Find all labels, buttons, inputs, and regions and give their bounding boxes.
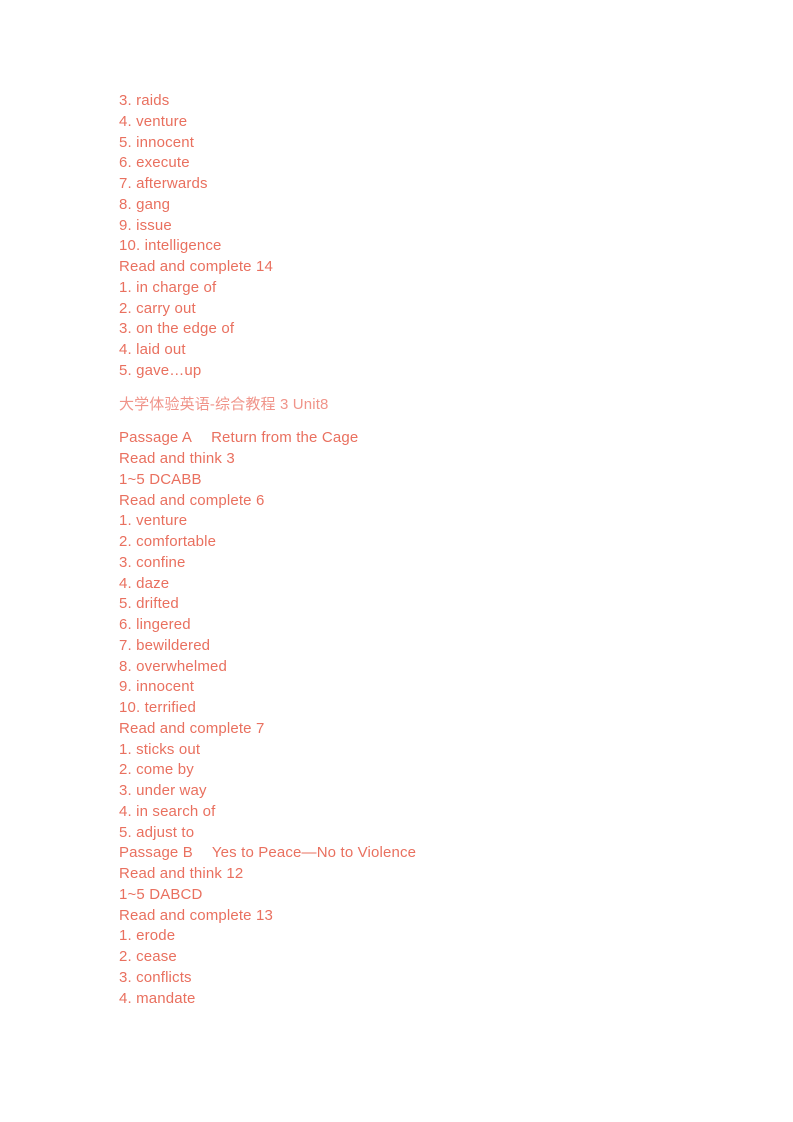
answer-line: 9. issue bbox=[119, 216, 172, 234]
answer-line: 4. venture bbox=[119, 112, 188, 130]
answer-line: 3. raids bbox=[119, 92, 170, 109]
answer-line: 2. cease bbox=[119, 948, 177, 965]
passage-a-title: Passage A Return from the Cage bbox=[119, 428, 734, 449]
answer-line: 10. intelligence bbox=[119, 237, 222, 255]
answer-line: 3. conflicts bbox=[119, 968, 192, 986]
answer-line: 9. innocent bbox=[119, 678, 195, 696]
answer-line: Read and complete 14 bbox=[119, 258, 273, 275]
passage-title-text: Return from the Cage bbox=[211, 429, 359, 447]
answer-line: 3. under way bbox=[119, 782, 207, 799]
answer-line: 1. sticks out bbox=[119, 740, 201, 758]
answer-line: 1. erode bbox=[119, 927, 176, 945]
answer-line: 8. overwhelmed bbox=[119, 657, 227, 675]
answer-line: 2. come by bbox=[119, 761, 194, 779]
answer-line: Read and complete 13 bbox=[119, 906, 273, 924]
answer-line: 4. laid out bbox=[119, 341, 186, 358]
answer-line: 6. execute bbox=[119, 154, 190, 172]
answer-line: 5. drifted bbox=[119, 595, 179, 613]
unit8-title: 大学体验英语-综合教程 3 Unit8 bbox=[119, 395, 329, 413]
answer-line: 7. bewildered bbox=[119, 636, 211, 654]
answer-line: 8. gang bbox=[119, 195, 171, 213]
answer-line: 4. in search of bbox=[119, 802, 216, 820]
passage-label: Passage A bbox=[119, 429, 193, 447]
answer-line: Read and complete 7 bbox=[119, 719, 265, 737]
answer-line: Read and think 12 bbox=[119, 865, 244, 882]
document-body: 3. raids 4. venture 5. innocent 6. execute 7… bbox=[119, 91, 734, 1009]
answer-line: 4. daze bbox=[119, 574, 170, 592]
passage-title-text: Yes to Peace—No to Violence bbox=[211, 844, 417, 862]
answer-line: 5. innocent bbox=[119, 133, 195, 151]
answer-line: Read and complete 6 bbox=[119, 491, 265, 509]
answer-line: 2. comfortable bbox=[119, 533, 217, 550]
answer-line: Read and think 3 bbox=[119, 450, 235, 467]
answer-line: 1. venture bbox=[119, 512, 188, 530]
passage-label: Passage B bbox=[119, 844, 193, 862]
passage-b-title: Passage B Yes to Peace—No to Violence bbox=[119, 843, 734, 864]
answer-line: 7. afterwards bbox=[119, 175, 208, 192]
answer-line: 2. carry out bbox=[119, 299, 196, 317]
answer-line: 1~5 DCABB bbox=[119, 470, 202, 488]
answer-line: 3. confine bbox=[119, 553, 186, 571]
answer-line: 6. lingered bbox=[119, 616, 191, 633]
answer-line: 1. in charge of bbox=[119, 278, 217, 296]
answer-line: 3. on the edge of bbox=[119, 320, 235, 338]
answer-line: 5. adjust to bbox=[119, 823, 195, 841]
answer-line: 10. terrified bbox=[119, 699, 196, 716]
answer-line: 1~5 DABCD bbox=[119, 885, 203, 903]
document-page: 3. raids 4. venture 5. innocent 6. execute 7… bbox=[0, 0, 793, 1122]
answer-line: 4. mandate bbox=[119, 989, 196, 1007]
answer-line: 5. gave…up bbox=[119, 361, 202, 379]
